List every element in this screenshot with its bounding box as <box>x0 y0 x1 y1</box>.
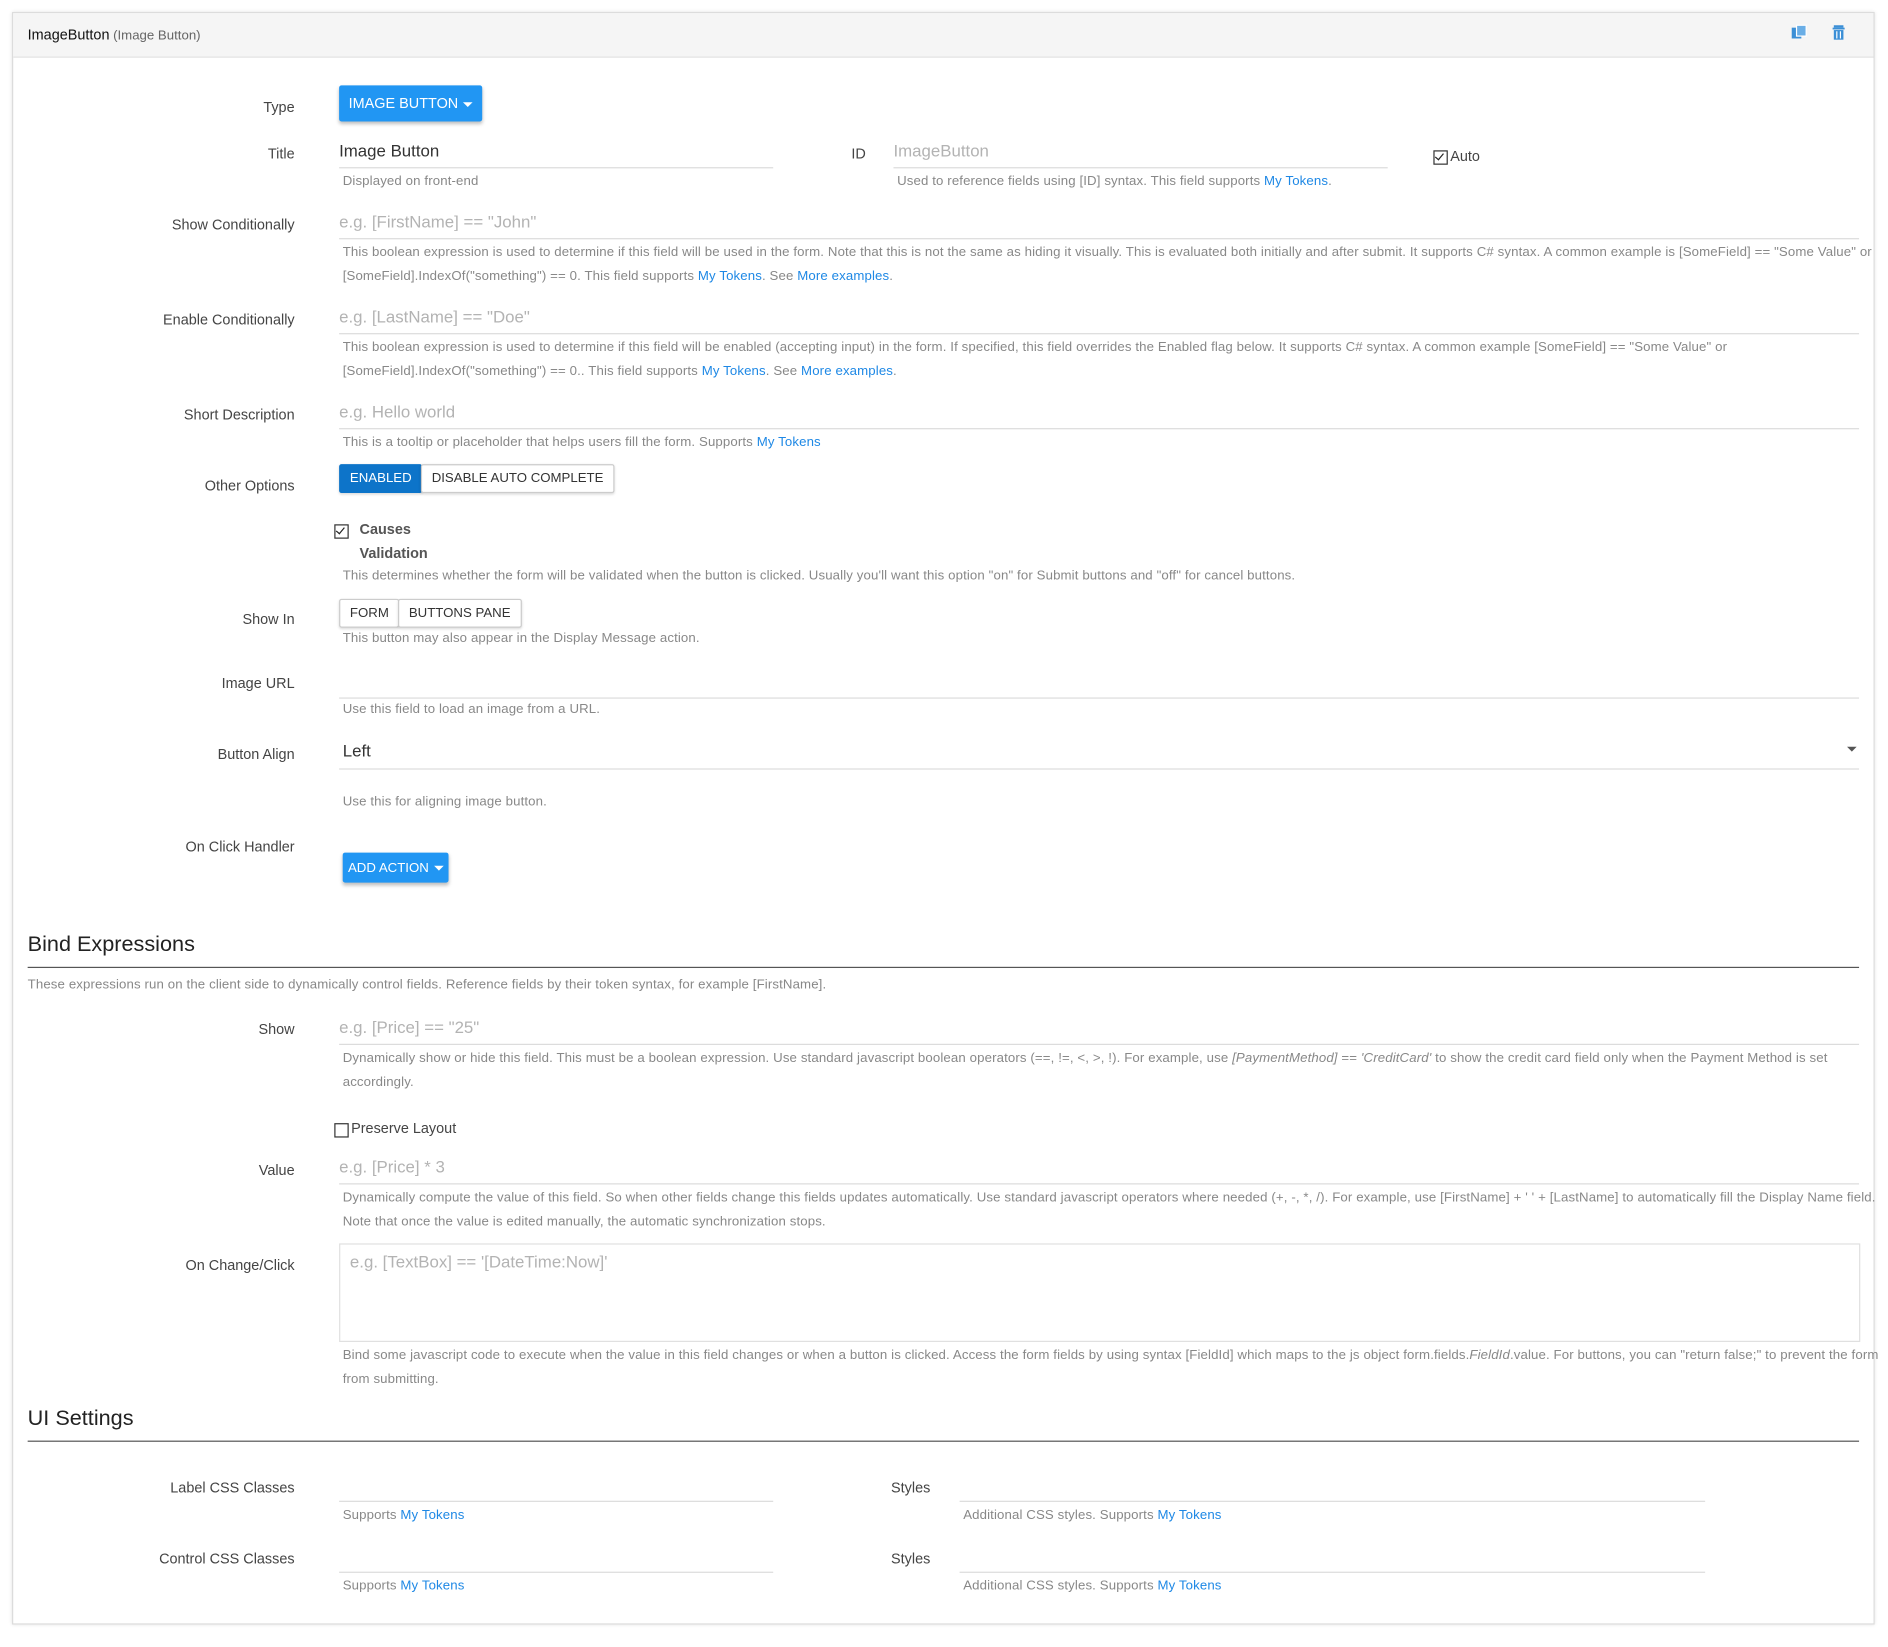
control-css-classes-label: Control CSS Classes <box>159 1550 295 1567</box>
button-align-select[interactable]: Left <box>339 732 1860 770</box>
more-examples-link[interactable]: More examples <box>797 269 889 283</box>
buttons-pane-toggle[interactable]: BUTTONS PANE <box>398 598 522 628</box>
copy-icon[interactable] <box>1789 23 1808 42</box>
caret-down-icon <box>463 102 473 107</box>
show-in-label: Show In <box>242 610 295 628</box>
enabled-toggle[interactable]: ENABLED <box>339 464 423 494</box>
control-styles-input[interactable] <box>959 1537 1706 1573</box>
show-in-help: This button may also appear in the Displ… <box>342 631 700 646</box>
label-css-classes-input[interactable] <box>339 1467 774 1502</box>
button-align-help: Use this for aligning image button. <box>342 794 547 810</box>
bind-show-label: Show <box>258 1020 295 1038</box>
short-description-help: This is a tooltip or placeholder that he… <box>342 435 821 450</box>
button-align-label: Button Align <box>217 745 295 763</box>
id-input[interactable] <box>893 133 1388 169</box>
show-conditionally-help: This boolean expression is used to deter… <box>342 245 1872 284</box>
short-description-label: Short Description <box>183 406 295 424</box>
my-tokens-link[interactable]: My Tokens <box>400 1579 464 1593</box>
show-conditionally-input[interactable] <box>339 204 1860 240</box>
causes-validation-label-2: Validation <box>359 544 428 562</box>
other-options-label: Other Options <box>204 477 295 495</box>
my-tokens-link[interactable]: My Tokens <box>1264 174 1328 188</box>
causes-validation-help: This determines whether the form will be… <box>342 568 1296 584</box>
causes-validation-label-1: Causes <box>359 520 411 538</box>
id-help: Used to reference fields using [ID] synt… <box>897 174 1332 189</box>
preserve-layout-checkbox[interactable] <box>334 1123 349 1138</box>
auto-label: Auto <box>1450 147 1480 165</box>
title-help: Displayed on front-end <box>342 174 479 189</box>
image-url-help: Use this field to load an image from a U… <box>342 702 601 717</box>
bind-value-help: Dynamically compute the value of this fi… <box>342 1190 1876 1229</box>
label-styles-help: Additional CSS styles. Supports My Token… <box>963 1507 1222 1523</box>
label-styles-label: Styles <box>891 1479 931 1496</box>
my-tokens-link[interactable]: My Tokens <box>757 435 821 449</box>
add-action-label: ADD ACTION <box>347 860 429 875</box>
dropdown-arrow-icon <box>1847 746 1857 752</box>
short-description-input[interactable] <box>339 394 1860 430</box>
bind-show-input[interactable] <box>339 1010 1860 1045</box>
my-tokens-link[interactable]: My Tokens <box>698 269 762 283</box>
bind-value-label: Value <box>258 1161 295 1179</box>
type-button-label: IMAGE BUTTON <box>348 94 459 112</box>
my-tokens-link[interactable]: My Tokens <box>1157 1508 1221 1522</box>
section-divider <box>27 966 1860 969</box>
disable-auto-complete-toggle[interactable]: DISABLE AUTO COMPLETE <box>420 464 615 494</box>
add-action-button[interactable]: ADD ACTION <box>342 852 449 883</box>
bind-expressions-intro: These expressions run on the client side… <box>27 977 827 993</box>
causes-validation-checkbox[interactable] <box>334 524 349 539</box>
bind-expressions-title: Bind Expressions <box>27 931 195 956</box>
control-css-classes-input[interactable] <box>339 1537 774 1573</box>
show-conditionally-label: Show Conditionally <box>171 216 295 234</box>
caret-down-icon <box>433 865 444 871</box>
field-type: (Image Button) <box>113 28 201 44</box>
type-dropdown-button[interactable]: IMAGE BUTTON <box>339 85 483 122</box>
enable-conditionally-help: This boolean expression is used to deter… <box>342 340 1728 379</box>
control-styles-label: Styles <box>891 1550 931 1567</box>
label-css-classes-label: Label CSS Classes <box>170 1479 295 1496</box>
title-label: Title <box>267 145 295 163</box>
label-css-help: Supports My Tokens <box>342 1507 465 1523</box>
enable-conditionally-input[interactable] <box>339 299 1860 335</box>
more-examples-link[interactable]: More examples <box>801 364 893 378</box>
my-tokens-link[interactable]: My Tokens <box>400 1508 464 1522</box>
on-click-handler-label: On Click Handler <box>185 838 295 855</box>
panel-title: ImageButton (Image Button) <box>28 26 201 43</box>
enable-conditionally-label: Enable Conditionally <box>163 311 295 329</box>
trash-icon[interactable] <box>1829 23 1848 42</box>
bind-value-input[interactable] <box>339 1149 1860 1185</box>
on-change-click-label: On Change/Click <box>185 1256 295 1274</box>
section-divider <box>27 1440 1860 1442</box>
ui-settings-title: UI Settings <box>27 1405 134 1430</box>
on-change-click-textarea[interactable] <box>339 1243 1861 1342</box>
control-styles-help: Additional CSS styles. Supports My Token… <box>963 1578 1222 1594</box>
id-label: ID <box>851 145 866 163</box>
title-input[interactable] <box>339 133 774 169</box>
my-tokens-link[interactable]: My Tokens <box>702 364 766 378</box>
on-change-click-help: Bind some javascript code to execute whe… <box>342 1348 1879 1387</box>
label-styles-input[interactable] <box>959 1467 1706 1502</box>
preserve-layout-label: Preserve Layout <box>351 1119 457 1137</box>
my-tokens-link[interactable]: My Tokens <box>1157 1579 1221 1593</box>
type-label: Type <box>263 98 295 116</box>
button-align-value: Left <box>342 740 371 760</box>
panel-header: ImageButton (Image Button) <box>13 13 1874 58</box>
field-name: ImageButton <box>27 26 110 44</box>
form-toggle[interactable]: FORM <box>339 598 400 628</box>
field-editor-panel: ImageButton (Image Button) Type IMAGE BUT… <box>12 12 1879 1625</box>
control-css-help: Supports My Tokens <box>342 1578 465 1594</box>
auto-checkbox[interactable] <box>1433 150 1448 165</box>
image-url-input[interactable] <box>339 663 1860 699</box>
image-url-label: Image URL <box>221 674 295 692</box>
bind-show-help: Dynamically show or hide this field. Thi… <box>342 1050 1828 1090</box>
